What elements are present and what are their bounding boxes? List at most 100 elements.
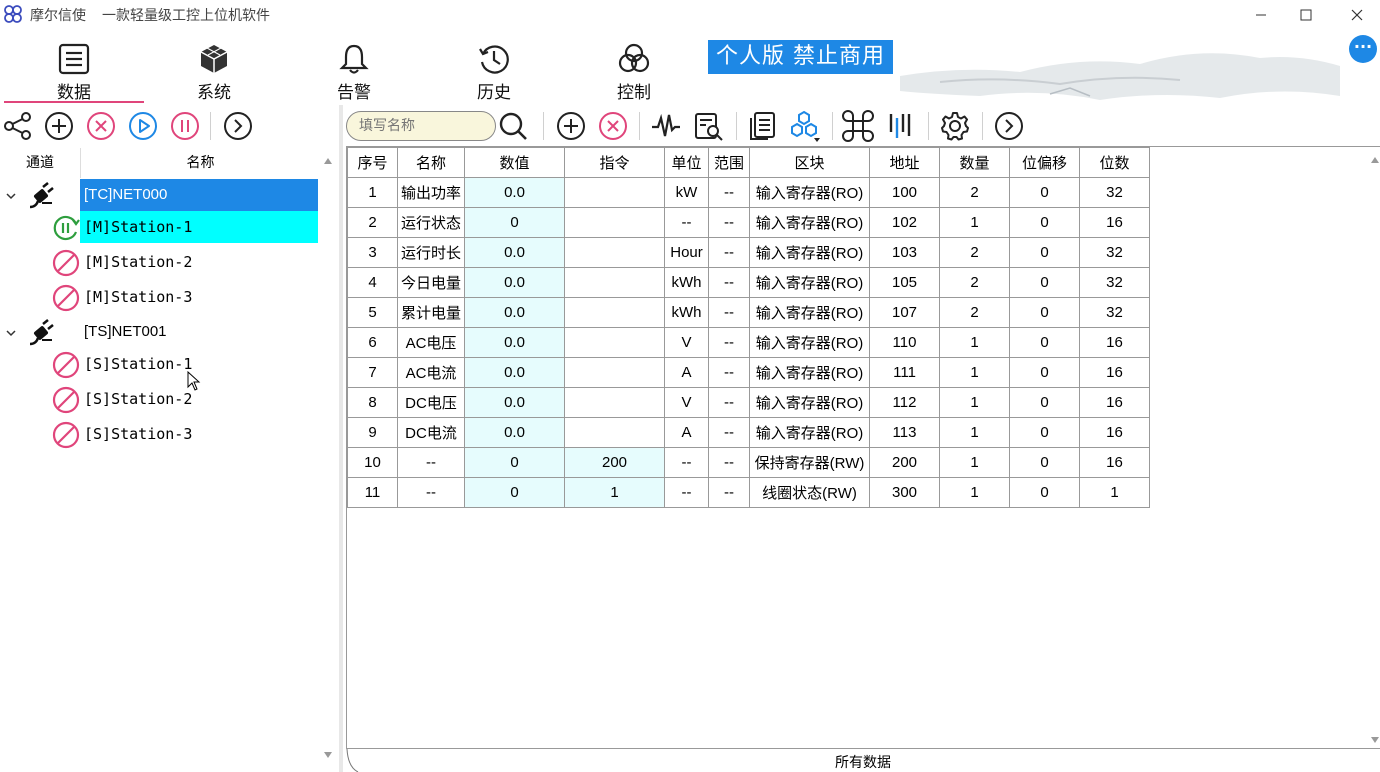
cell-bit-offset: 0: [1009, 267, 1081, 298]
cell-command: [564, 267, 666, 298]
col-header-range[interactable]: 范围: [708, 147, 751, 178]
nav-alarm[interactable]: 告警: [284, 42, 424, 106]
cell-bits: 16: [1079, 417, 1151, 448]
cell-bits: 32: [1079, 267, 1151, 298]
tree-node-device[interactable]: [M]Station-2: [0, 246, 320, 280]
col-header-unit[interactable]: 单位: [664, 147, 710, 178]
grid-scroll-up-icon[interactable]: [1370, 156, 1380, 164]
gear-icon[interactable]: [939, 110, 971, 142]
table-row[interactable]: 10 -- 0 200 -- -- 保持寄存器(RW) 200 1 0 16: [347, 447, 1151, 478]
cell-index: 11: [347, 477, 398, 508]
cell-bit-offset: 0: [1009, 447, 1081, 478]
col-header-bits[interactable]: 位数: [1079, 147, 1151, 178]
tree-node-device[interactable]: [M]Station-3: [0, 281, 320, 315]
table-row[interactable]: 9 DC电流 0.0 A -- 输入寄存器(RO) 113 1 0 16: [347, 417, 1151, 448]
more-button[interactable]: ···: [1349, 35, 1377, 63]
maximize-button[interactable]: [1283, 0, 1329, 30]
cell-value[interactable]: 0.0: [464, 177, 566, 208]
cell-address: 105: [869, 267, 941, 298]
cell-unit: --: [664, 207, 710, 238]
chevron-right-circle-icon[interactable]: [222, 110, 254, 142]
tree-node-channel[interactable]: [TS]NET001: [0, 316, 320, 350]
tab-all-data[interactable]: 所有数据: [346, 752, 1380, 772]
tree-node-channel[interactable]: [TC]NET000: [0, 179, 320, 213]
grid-scroll-down-icon[interactable]: [1370, 736, 1380, 744]
col-header-count[interactable]: 数量: [939, 147, 1011, 178]
toolbar-separator: [210, 112, 211, 140]
cell-unit: Hour: [664, 237, 710, 268]
nav-control[interactable]: 控制: [564, 42, 704, 106]
copy-icon[interactable]: [746, 110, 778, 142]
tree-node-device[interactable]: [S]Station-1: [0, 348, 320, 382]
minimize-button[interactable]: [1238, 0, 1284, 30]
chevron-right-circle-icon[interactable]: [993, 110, 1025, 142]
cell-block: 输入寄存器(RO): [749, 417, 871, 448]
cell-range: --: [708, 237, 751, 268]
cell-value[interactable]: 0: [464, 207, 566, 238]
tree-node-device[interactable]: [S]Station-3: [0, 418, 320, 452]
close-button[interactable]: [1334, 0, 1380, 30]
cell-value[interactable]: 0.0: [464, 357, 566, 388]
col-header-name[interactable]: 名称: [396, 147, 466, 178]
waveform-icon[interactable]: [650, 110, 682, 142]
cell-command[interactable]: 200: [564, 447, 666, 478]
nav-history[interactable]: 历史: [424, 42, 564, 106]
cell-value[interactable]: 0: [464, 477, 566, 508]
cell-command[interactable]: 1: [564, 477, 666, 508]
panel-splitter[interactable]: [339, 105, 343, 772]
cell-value[interactable]: 0.0: [464, 327, 566, 358]
delete-icon[interactable]: [85, 110, 117, 142]
table-row[interactable]: 4 今日电量 0.0 kWh -- 输入寄存器(RO) 105 2 0 32: [347, 267, 1151, 298]
add-icon[interactable]: [43, 110, 75, 142]
cell-command: [564, 177, 666, 208]
clock-icon: [479, 45, 509, 74]
command-icon[interactable]: [842, 110, 874, 142]
disabled-icon: [52, 421, 80, 449]
nav-data[interactable]: 数据: [4, 42, 144, 106]
search-input[interactable]: [346, 111, 496, 141]
table-row[interactable]: 8 DC电压 0.0 V -- 输入寄存器(RO) 112 1 0 16: [347, 387, 1151, 418]
chevron-down-icon[interactable]: [6, 328, 16, 338]
col-header-bit-offset[interactable]: 位偏移: [1009, 147, 1081, 178]
table-row[interactable]: 3 运行时长 0.0 Hour -- 输入寄存器(RO) 103 2 0 32: [347, 237, 1151, 268]
play-icon[interactable]: [127, 110, 159, 142]
log-search-icon[interactable]: [692, 110, 724, 142]
table-row[interactable]: 6 AC电压 0.0 V -- 输入寄存器(RO) 110 1 0 16: [347, 327, 1151, 358]
col-header-address[interactable]: 地址: [869, 147, 941, 178]
cell-value[interactable]: 0.0: [464, 387, 566, 418]
share-icon[interactable]: [2, 110, 34, 142]
table-row[interactable]: 7 AC电流 0.0 A -- 输入寄存器(RO) 111 1 0 16: [347, 357, 1151, 388]
col-header-block[interactable]: 区块: [749, 147, 871, 178]
cell-value[interactable]: 0.0: [464, 417, 566, 448]
cell-block: 输入寄存器(RO): [749, 177, 871, 208]
chevron-down-icon[interactable]: [6, 191, 16, 201]
table-row[interactable]: 2 运行状态 0 -- -- 输入寄存器(RO) 102 1 0 16: [347, 207, 1151, 238]
search-icon[interactable]: [497, 110, 529, 142]
delete-point-icon[interactable]: [597, 110, 629, 142]
cell-value[interactable]: 0.0: [464, 237, 566, 268]
add-point-icon[interactable]: [555, 110, 587, 142]
cell-value[interactable]: 0.0: [464, 267, 566, 298]
cell-value[interactable]: 0.0: [464, 297, 566, 328]
scroll-down-icon[interactable]: [323, 750, 333, 760]
cell-value[interactable]: 0: [464, 447, 566, 478]
cell-unit: --: [664, 447, 710, 478]
scroll-up-icon[interactable]: [323, 156, 333, 166]
cell-bits: 16: [1079, 387, 1151, 418]
tree-node-device[interactable]: [M]Station-1: [0, 211, 320, 245]
table-row[interactable]: 1 输出功率 0.0 kW -- 输入寄存器(RO) 100 2 0 32: [347, 177, 1151, 208]
app-slogan: 一款轻量级工控上位机软件: [102, 8, 270, 24]
tree-node-device[interactable]: [S]Station-2: [0, 383, 320, 417]
table-row[interactable]: 5 累计电量 0.0 kWh -- 输入寄存器(RO) 107 2 0 32: [347, 297, 1151, 328]
cell-index: 1: [347, 177, 398, 208]
nav-system[interactable]: 系统: [144, 42, 284, 106]
table-row[interactable]: 11 -- 0 1 -- -- 线圈状态(RW) 300 1 0 1: [347, 477, 1151, 508]
col-header-index[interactable]: 序号: [347, 147, 398, 178]
hexagons-dropdown-icon[interactable]: [788, 110, 820, 142]
toolbar-separator: [639, 112, 640, 140]
col-header-command[interactable]: 指令: [564, 147, 666, 178]
col-header-value[interactable]: 数值: [464, 147, 566, 178]
bars-icon[interactable]: [884, 110, 916, 142]
toolbar-separator: [928, 112, 929, 140]
pause-icon[interactable]: [169, 110, 201, 142]
